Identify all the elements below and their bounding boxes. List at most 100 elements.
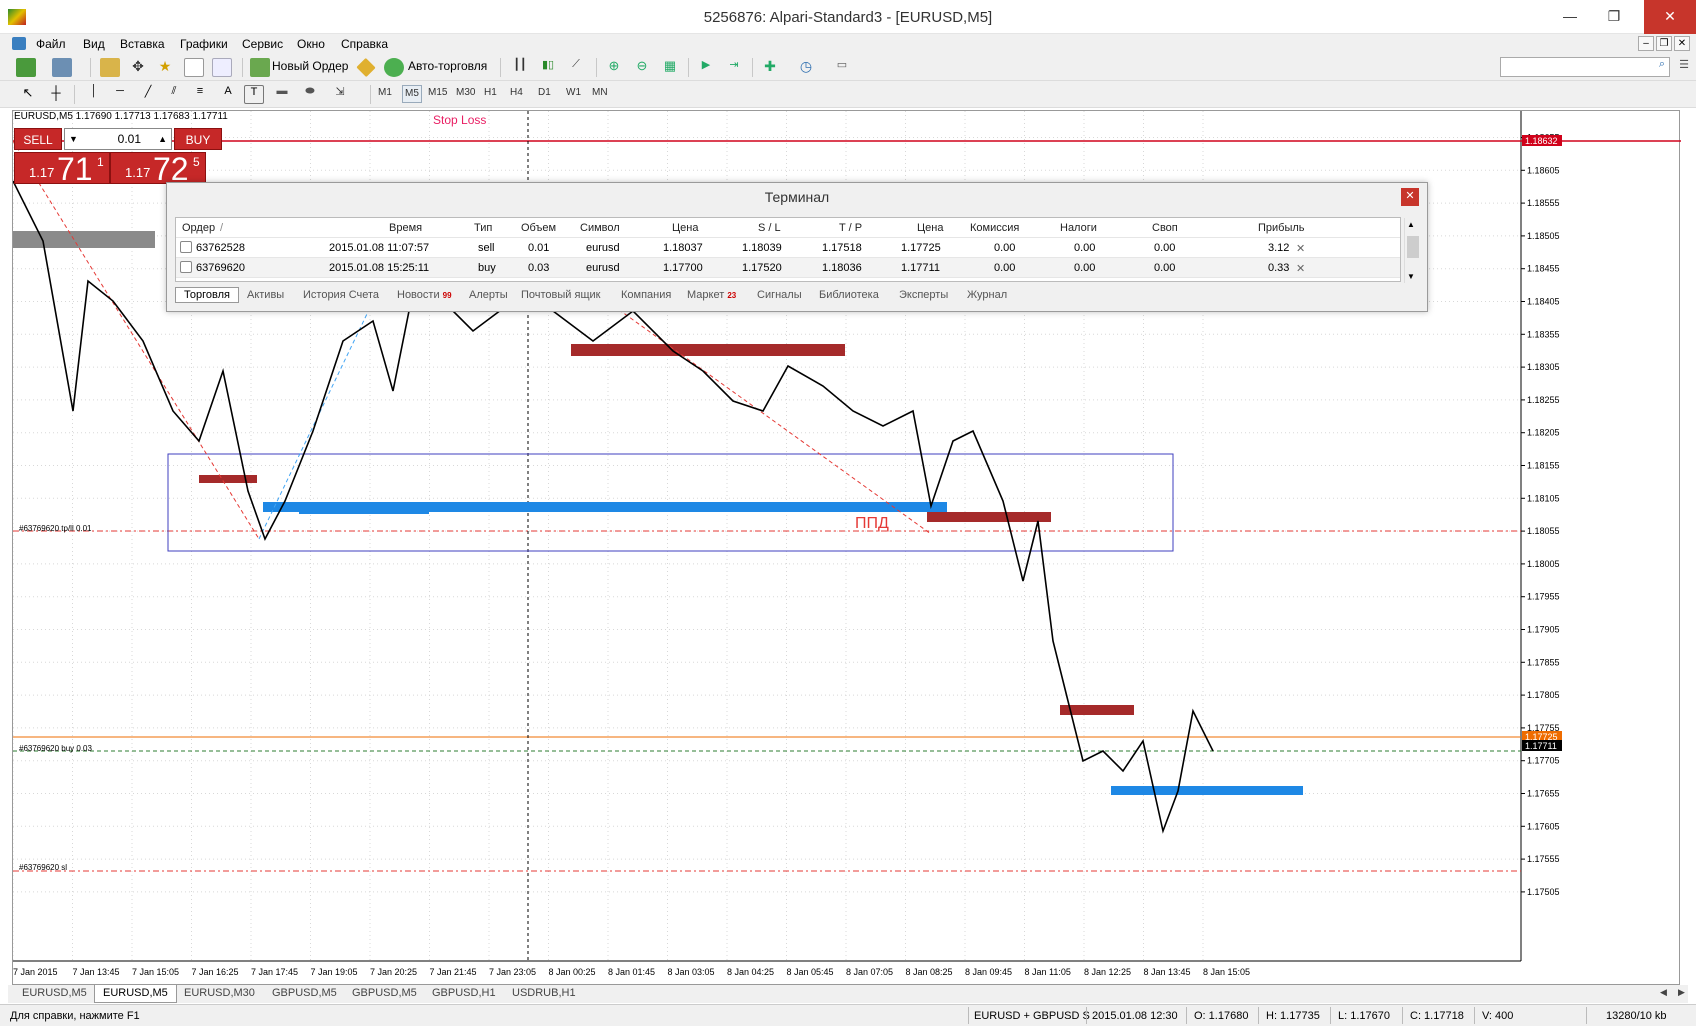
- new-order-icon[interactable]: [250, 58, 270, 77]
- autoscroll-icon[interactable]: ▶: [696, 58, 716, 77]
- sell-price-button[interactable]: 1.17 71 1: [14, 151, 110, 187]
- table-row[interactable]: 63762528 2015.01.08 11:07:57 sell 0.01 e…: [176, 238, 1400, 258]
- tile-windows-icon[interactable]: ▦: [660, 58, 680, 77]
- templates-icon[interactable]: ▭: [832, 58, 852, 77]
- tab-library[interactable]: Библиотека: [819, 289, 879, 301]
- fibonacci-icon[interactable]: ≡: [190, 85, 210, 104]
- community-icon[interactable]: ☰: [1674, 58, 1694, 77]
- periods-clock-icon[interactable]: ◷: [796, 58, 816, 77]
- metaeditor-icon[interactable]: [356, 57, 376, 78]
- chart-tab-active[interactable]: EURUSD,M5: [94, 985, 177, 1003]
- timeframe-m5[interactable]: M5: [402, 85, 422, 103]
- scroll-down-icon[interactable]: ▼: [1407, 272, 1415, 281]
- tab-mailbox[interactable]: Почтовый ящик: [521, 289, 600, 301]
- market-watch-icon[interactable]: [100, 58, 120, 77]
- lot-decrease-icon[interactable]: ▼: [69, 129, 78, 149]
- chart-tab[interactable]: GBPUSD,M5: [272, 987, 337, 999]
- col-symbol[interactable]: Символ: [580, 222, 620, 234]
- close-button[interactable]: ✕: [1644, 0, 1696, 34]
- tab-company[interactable]: Компания: [621, 289, 671, 301]
- sell-button[interactable]: SELL: [14, 128, 62, 150]
- col-profit[interactable]: Прибыль: [1258, 222, 1305, 234]
- col-tp[interactable]: T / P: [839, 222, 862, 234]
- chart-tab[interactable]: EURUSD,M5: [22, 987, 87, 999]
- tab-news[interactable]: Новости 99: [397, 289, 452, 301]
- tab-signals[interactable]: Сигналы: [757, 289, 802, 301]
- lot-increase-icon[interactable]: ▲: [158, 129, 167, 149]
- scroll-thumb[interactable]: [1407, 236, 1419, 258]
- tab-experts[interactable]: Эксперты: [899, 289, 948, 301]
- rectangle-icon[interactable]: ▬: [272, 85, 292, 104]
- close-order-icon[interactable]: ✕: [1296, 242, 1305, 255]
- table-row[interactable]: 63769620 2015.01.08 15:25:11 buy 0.03 eu…: [176, 258, 1400, 278]
- text-tool-icon[interactable]: A: [218, 85, 238, 104]
- horizontal-line-icon[interactable]: ─: [110, 85, 130, 104]
- col-price[interactable]: Цена: [672, 222, 698, 234]
- timeframe-m30[interactable]: M30: [456, 87, 475, 98]
- terminal-toggle-icon[interactable]: [184, 58, 204, 77]
- chart-tab[interactable]: GBPUSD,M5: [352, 987, 417, 999]
- timeframe-mn[interactable]: MN: [592, 87, 608, 98]
- menu-window[interactable]: Окно: [297, 37, 325, 51]
- tabs-scroll-left-icon[interactable]: ◀: [1660, 987, 1667, 998]
- candlestick-icon[interactable]: ▮▯: [538, 58, 558, 77]
- search-icon[interactable]: ⌕: [1652, 58, 1672, 77]
- mdi-minimize-button[interactable]: –: [1638, 36, 1654, 51]
- timeframe-d1[interactable]: D1: [538, 87, 551, 98]
- col-swap[interactable]: Своп: [1152, 222, 1178, 234]
- chart-window-icon[interactable]: [12, 37, 26, 50]
- chart-tab[interactable]: USDRUB,H1: [512, 987, 576, 999]
- auto-trading-icon[interactable]: [384, 58, 404, 77]
- chart-tab[interactable]: GBPUSD,H1: [432, 987, 496, 999]
- trendline-icon[interactable]: ╱: [138, 85, 158, 104]
- cursor-icon[interactable]: ↖: [18, 85, 38, 104]
- arrows-icon[interactable]: ⇲: [330, 85, 350, 104]
- col-taxes[interactable]: Налоги: [1060, 222, 1097, 234]
- close-order-icon[interactable]: ✕: [1296, 262, 1305, 275]
- search-input[interactable]: [1500, 57, 1670, 77]
- line-chart-icon[interactable]: ⟋: [566, 58, 586, 77]
- strategy-tester-icon[interactable]: [212, 58, 232, 77]
- auto-trading-button[interactable]: Авто-торговля: [408, 59, 487, 73]
- channel-icon[interactable]: ⫽: [164, 85, 184, 104]
- col-type[interactable]: Тип: [474, 222, 492, 234]
- col-order[interactable]: Ордер: [182, 222, 215, 234]
- tabs-scroll-right-icon[interactable]: ▶: [1678, 987, 1685, 998]
- tab-alerts[interactable]: Алерты: [469, 289, 508, 301]
- col-commission[interactable]: Комиссия: [970, 222, 1019, 234]
- favorites-star-icon[interactable]: ★: [155, 58, 175, 77]
- scroll-up-icon[interactable]: ▲: [1407, 220, 1415, 229]
- zoom-out-icon[interactable]: ⊖: [632, 58, 652, 77]
- zoom-in-icon[interactable]: ⊕: [604, 58, 624, 77]
- menu-tools[interactable]: Сервис: [242, 37, 283, 51]
- orders-scrollbar[interactable]: ▲ ▼: [1404, 218, 1420, 283]
- col-time[interactable]: Время: [389, 222, 422, 234]
- minimize-button[interactable]: —: [1548, 0, 1592, 34]
- buy-button[interactable]: BUY: [174, 128, 222, 150]
- lot-size-input[interactable]: 0.01 ▼ ▲: [64, 128, 172, 150]
- tab-market[interactable]: Маркет 23: [687, 289, 736, 301]
- menu-view[interactable]: Вид: [83, 37, 105, 51]
- timeframe-m15[interactable]: M15: [428, 87, 447, 98]
- tab-trade[interactable]: Торговля: [175, 287, 239, 303]
- chart-tab[interactable]: EURUSD,M30: [184, 987, 255, 999]
- vertical-line-icon[interactable]: │: [84, 85, 104, 104]
- menu-help[interactable]: Справка: [341, 37, 388, 51]
- tab-journal[interactable]: Журнал: [967, 289, 1007, 301]
- text-label-icon[interactable]: T: [244, 85, 264, 104]
- menu-insert[interactable]: Вставка: [120, 37, 165, 51]
- timeframe-h1[interactable]: H1: [484, 87, 497, 98]
- menu-file[interactable]: Файл: [36, 37, 66, 51]
- col-volume[interactable]: Объем: [521, 222, 556, 234]
- terminal-close-button[interactable]: ✕: [1401, 188, 1419, 206]
- tab-account-history[interactable]: История Счета: [303, 289, 379, 301]
- maximize-button[interactable]: ❐: [1592, 0, 1636, 34]
- indicators-icon[interactable]: ✚: [760, 58, 780, 77]
- mdi-restore-button[interactable]: ❐: [1656, 36, 1672, 51]
- menu-charts[interactable]: Графики: [180, 37, 228, 51]
- buy-price-button[interactable]: 1.17 72 5: [110, 151, 206, 187]
- bar-chart-icon[interactable]: ┃┃: [510, 58, 530, 77]
- crosshair-icon[interactable]: ┼: [46, 85, 66, 104]
- new-order-button[interactable]: Новый Ордер: [272, 59, 348, 73]
- profiles-icon[interactable]: [52, 58, 72, 77]
